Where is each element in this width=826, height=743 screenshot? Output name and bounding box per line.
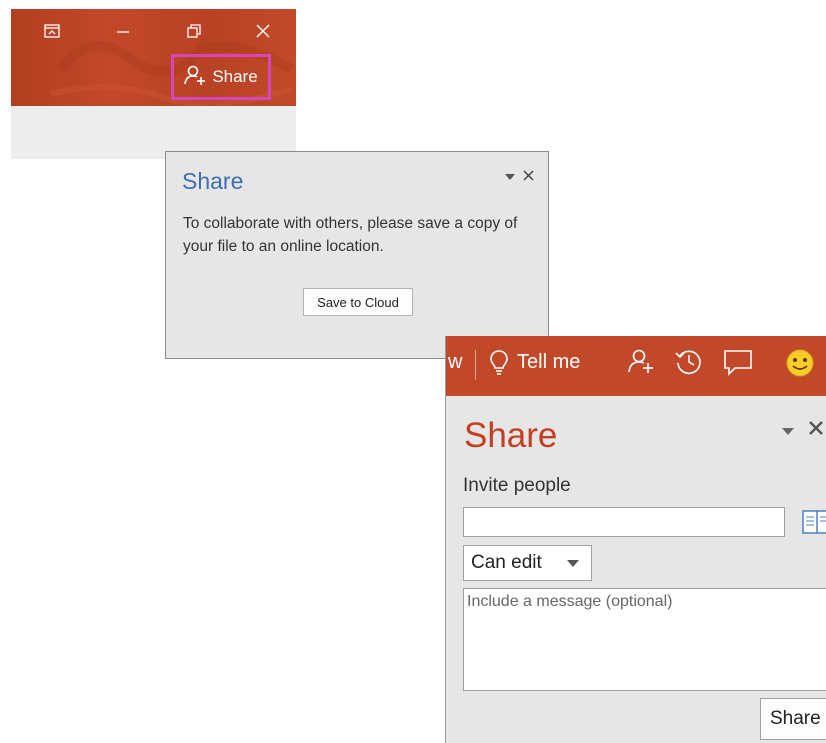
permission-value: Can edit	[471, 552, 542, 573]
pane-close-icon[interactable]	[808, 416, 824, 442]
share-button[interactable]: Share	[171, 54, 271, 100]
invite-people-input[interactable]	[463, 507, 785, 537]
pane-description: To collaborate with others, please save …	[183, 215, 518, 255]
close-icon[interactable]	[250, 21, 276, 41]
pane-options-icon[interactable]	[782, 416, 794, 442]
history-icon[interactable]	[675, 348, 703, 381]
share-person-icon	[184, 65, 206, 90]
share-button-label: Share	[212, 67, 258, 86]
invite-people-label: Invite people	[463, 475, 571, 496]
ribbon-tab-bar: w Tell me	[446, 336, 826, 396]
pane-controls	[505, 168, 534, 185]
comments-icon[interactable]	[723, 348, 753, 381]
pane-title: Share	[182, 168, 244, 194]
share-pane-save-to-cloud: Share To collaborate with others, please…	[165, 151, 549, 359]
pane-title: Share	[464, 416, 558, 455]
tab-separator	[475, 350, 476, 380]
tell-me-search[interactable]: Tell me	[517, 351, 580, 374]
restore-icon[interactable]	[181, 21, 207, 41]
ribbon-display-icon[interactable]	[39, 21, 65, 41]
chevron-down-icon	[567, 560, 579, 567]
permission-dropdown[interactable]: Can edit	[463, 545, 592, 581]
minimize-icon[interactable]	[110, 21, 136, 41]
pane-controls	[782, 416, 824, 442]
pane-close-icon[interactable]	[523, 168, 534, 185]
smiley-icon[interactable]	[785, 348, 815, 383]
partial-tab-label[interactable]: w	[448, 351, 462, 374]
share-person-icon[interactable]	[628, 348, 654, 379]
share-send-button[interactable]: Share	[760, 698, 826, 740]
title-bar-crop: Share	[11, 9, 296, 159]
save-to-cloud-button[interactable]: Save to Cloud	[303, 288, 413, 316]
share-pane-invite: w Tell me Share Invite people Can edit I…	[445, 336, 826, 743]
message-textarea[interactable]: Include a message (optional)	[463, 588, 826, 691]
lightbulb-icon	[489, 349, 509, 382]
address-book-icon[interactable]	[802, 510, 826, 539]
pane-options-icon[interactable]	[505, 168, 515, 185]
